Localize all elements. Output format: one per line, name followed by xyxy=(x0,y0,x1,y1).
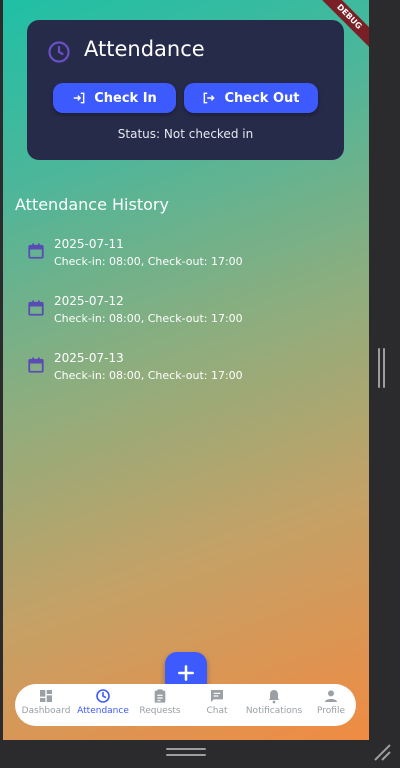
app-screen: DEBUG Attendance Check In Check Out Stat… xyxy=(3,0,369,740)
history-date: 2025-07-12 xyxy=(54,294,124,308)
bottom-nav: Dashboard Attendance Requests Chat Notif… xyxy=(15,684,356,726)
person-icon xyxy=(325,690,337,702)
calendar-icon xyxy=(28,300,44,316)
history-date: 2025-07-13 xyxy=(54,351,124,365)
card-title: Attendance xyxy=(84,37,205,61)
history-item: 2025-07-13 Check-in: 08:00, Check-out: 1… xyxy=(27,351,347,391)
login-icon xyxy=(73,92,85,104)
calendar-icon xyxy=(28,357,44,373)
calendar-icon xyxy=(28,243,44,259)
nav-item-attendance[interactable]: Attendance xyxy=(74,688,132,724)
nav-item-dashboard[interactable]: Dashboard xyxy=(17,688,75,724)
history-detail: Check-in: 08:00, Check-out: 17:00 xyxy=(54,369,243,382)
nav-label: Profile xyxy=(317,706,345,716)
history-detail: Check-in: 08:00, Check-out: 17:00 xyxy=(54,312,243,325)
check-out-label: Check Out xyxy=(224,90,300,106)
nav-label: Notifications xyxy=(245,706,303,716)
clock-icon xyxy=(96,689,110,703)
nav-item-requests[interactable]: Requests xyxy=(131,688,189,724)
logout-icon xyxy=(204,92,216,104)
check-in-button[interactable]: Check In xyxy=(53,83,176,113)
nav-item-notifications[interactable]: Notifications xyxy=(245,688,303,724)
history-detail: Check-in: 08:00, Check-out: 17:00 xyxy=(54,255,243,268)
dashboard-icon xyxy=(40,690,52,702)
check-out-button[interactable]: Check Out xyxy=(184,83,318,113)
chat-icon xyxy=(211,690,223,702)
emulator-frame: DEBUG Attendance Check In Check Out Stat… xyxy=(0,0,400,768)
nav-label: Requests xyxy=(139,706,181,716)
nav-item-chat[interactable]: Chat xyxy=(188,688,246,724)
resize-corner-icon[interactable] xyxy=(372,742,392,762)
history-item: 2025-07-11 Check-in: 08:00, Check-out: 1… xyxy=(27,237,347,277)
history-title: Attendance History xyxy=(15,195,169,214)
check-in-label: Check In xyxy=(94,90,157,106)
bottom-resize-handle[interactable] xyxy=(166,748,206,758)
nav-item-profile[interactable]: Profile xyxy=(302,688,360,724)
history-item: 2025-07-12 Check-in: 08:00, Check-out: 1… xyxy=(27,294,347,334)
nav-label: Chat xyxy=(206,706,228,716)
nav-label: Dashboard xyxy=(21,706,71,716)
clipboard-icon xyxy=(154,689,166,703)
attendance-card: Attendance Check In Check Out Status: No… xyxy=(27,20,344,160)
status-text: Status: Not checked in xyxy=(117,127,254,141)
nav-label: Attendance xyxy=(77,706,129,716)
side-resize-handle[interactable] xyxy=(378,348,386,388)
plus-icon xyxy=(178,665,194,681)
clock-icon xyxy=(48,41,70,63)
history-date: 2025-07-11 xyxy=(54,237,124,251)
bell-icon xyxy=(268,690,280,704)
